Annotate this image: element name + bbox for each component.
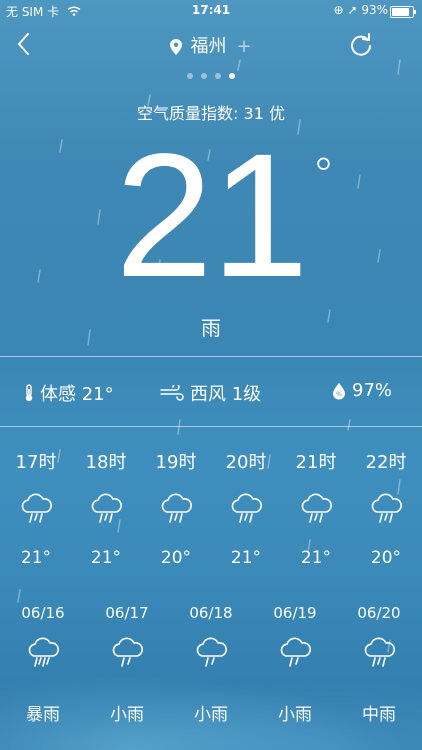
hourly-icon-wrap (146, 492, 206, 526)
current-temperature: 21 (115, 118, 309, 314)
daily-date: 06/16 (21, 604, 65, 622)
refresh-icon[interactable] (348, 32, 374, 58)
wind-text: 西风 1级 (190, 384, 262, 405)
moderate-rain-cloud-icon (364, 637, 395, 667)
page-dot[interactable] (201, 73, 207, 79)
wind-icon (160, 385, 184, 401)
hourly-temp: 21° (300, 548, 332, 568)
battery-fill (392, 8, 409, 16)
daily-condition: 小雨 (110, 705, 144, 725)
hourly-time: 17时 (15, 452, 57, 473)
hourly-item: 22时 20° (356, 448, 416, 568)
rain-cloud-icon (161, 493, 192, 523)
page-indicator (0, 64, 422, 83)
current-condition: 雨 (201, 316, 221, 340)
hourly-temp: 21° (90, 548, 122, 568)
hourly-item: 19时 20° (146, 448, 206, 568)
status-right: ⊕ ➚ 93% (334, 3, 388, 17)
daily-icon-wrap (176, 636, 246, 670)
rain-cloud-icon (91, 493, 122, 523)
status-bar: 无 SIM 卡 17:41 ⊕ ➚ 93% (0, 0, 422, 22)
add-city-button[interactable]: + (236, 36, 251, 57)
daily-condition: 暴雨 (26, 705, 60, 725)
feels-like-text: 体感 21° (40, 384, 114, 405)
hourly-temp: 20° (370, 548, 402, 568)
rain-cloud-icon (21, 493, 52, 523)
daily-date: 06/18 (189, 604, 233, 622)
hourly-icon-wrap (286, 492, 346, 526)
hourly-item: 20时 21° (216, 448, 276, 568)
divider-top (0, 356, 422, 357)
wind: 西风 1级 (160, 380, 261, 406)
location-pin-icon (170, 39, 183, 55)
light-rain-cloud-icon (112, 637, 143, 667)
hourly-temp: 21° (20, 548, 52, 568)
daily-date: 06/20 (357, 604, 401, 622)
hourly-icon-wrap (76, 492, 136, 526)
light-rain-cloud-icon (280, 637, 311, 667)
location-arrow-icon: ➚ (347, 3, 358, 17)
daily-forecast: 06/16 暴雨 06/17 小雨 06/18 小雨 06/19 小雨 06/20 中雨 (0, 604, 422, 744)
rain-cloud-icon (301, 493, 332, 523)
battery-percent: 93% (361, 3, 388, 17)
hourly-icon-wrap (216, 492, 276, 526)
hourly-time: 20时 (225, 452, 267, 473)
daily-item: 06/20 中雨 (344, 604, 414, 725)
page-dot[interactable] (215, 73, 221, 79)
daily-item: 06/17 小雨 (92, 604, 162, 725)
hourly-item: 21时 21° (286, 448, 346, 568)
hourly-time: 22时 (365, 452, 407, 473)
nav-bar: 福州 + (0, 30, 422, 62)
rain-cloud-icon (371, 493, 402, 523)
daily-icon-wrap (260, 636, 330, 670)
light-rain-cloud-icon (196, 637, 227, 667)
feels-like: 体感 21° (24, 380, 114, 406)
hourly-forecast: 17时 21° 18时 21° 19时 20° 20时 21° 21时 21° 22时 2… (0, 448, 422, 578)
daily-item: 06/19 小雨 (260, 604, 330, 725)
daily-condition: 中雨 (362, 705, 396, 725)
hourly-time: 19时 (155, 452, 197, 473)
hourly-time: 18时 (85, 452, 127, 473)
hourly-icon-wrap (6, 492, 66, 526)
divider-middle (0, 426, 422, 427)
daily-item: 06/18 小雨 (176, 604, 246, 725)
hourly-icon-wrap (356, 492, 416, 526)
daily-date: 06/17 (105, 604, 149, 622)
hourly-temp: 21° (230, 548, 262, 568)
humidity: % 97% (332, 380, 392, 401)
humidity-text: 97% (352, 380, 393, 401)
daily-date: 06/19 (273, 604, 317, 622)
hourly-item: 17时 21° (6, 448, 66, 568)
hourly-item: 18时 21° (76, 448, 136, 568)
lock-rotation-icon: ⊕ (333, 3, 344, 17)
daily-icon-wrap (8, 636, 78, 670)
city-name: 福州 (190, 36, 227, 57)
battery-icon (390, 6, 416, 18)
details-row: 体感 21° 西风 1级 % 97% (0, 380, 422, 406)
svg-text:%: % (336, 391, 342, 398)
daily-icon-wrap (92, 636, 162, 670)
humidity-drop-icon: % (333, 382, 345, 399)
page-dot[interactable] (187, 73, 193, 79)
daily-item: 06/16 暴雨 (8, 604, 78, 725)
rain-cloud-icon (231, 493, 262, 523)
page-dot[interactable] (229, 73, 235, 79)
degree-symbol: ° (312, 148, 335, 202)
thermometer-icon (25, 384, 33, 402)
hourly-temp: 20° (160, 548, 192, 568)
heavy-rain-cloud-icon (28, 637, 59, 667)
daily-condition: 小雨 (194, 705, 228, 725)
daily-condition: 小雨 (278, 705, 312, 725)
weather-screen: 无 SIM 卡 17:41 ⊕ ➚ 93% 福州 + 空气质量指数: 31 优 … (0, 0, 422, 750)
hourly-time: 21时 (295, 452, 337, 473)
daily-icon-wrap (344, 636, 414, 670)
